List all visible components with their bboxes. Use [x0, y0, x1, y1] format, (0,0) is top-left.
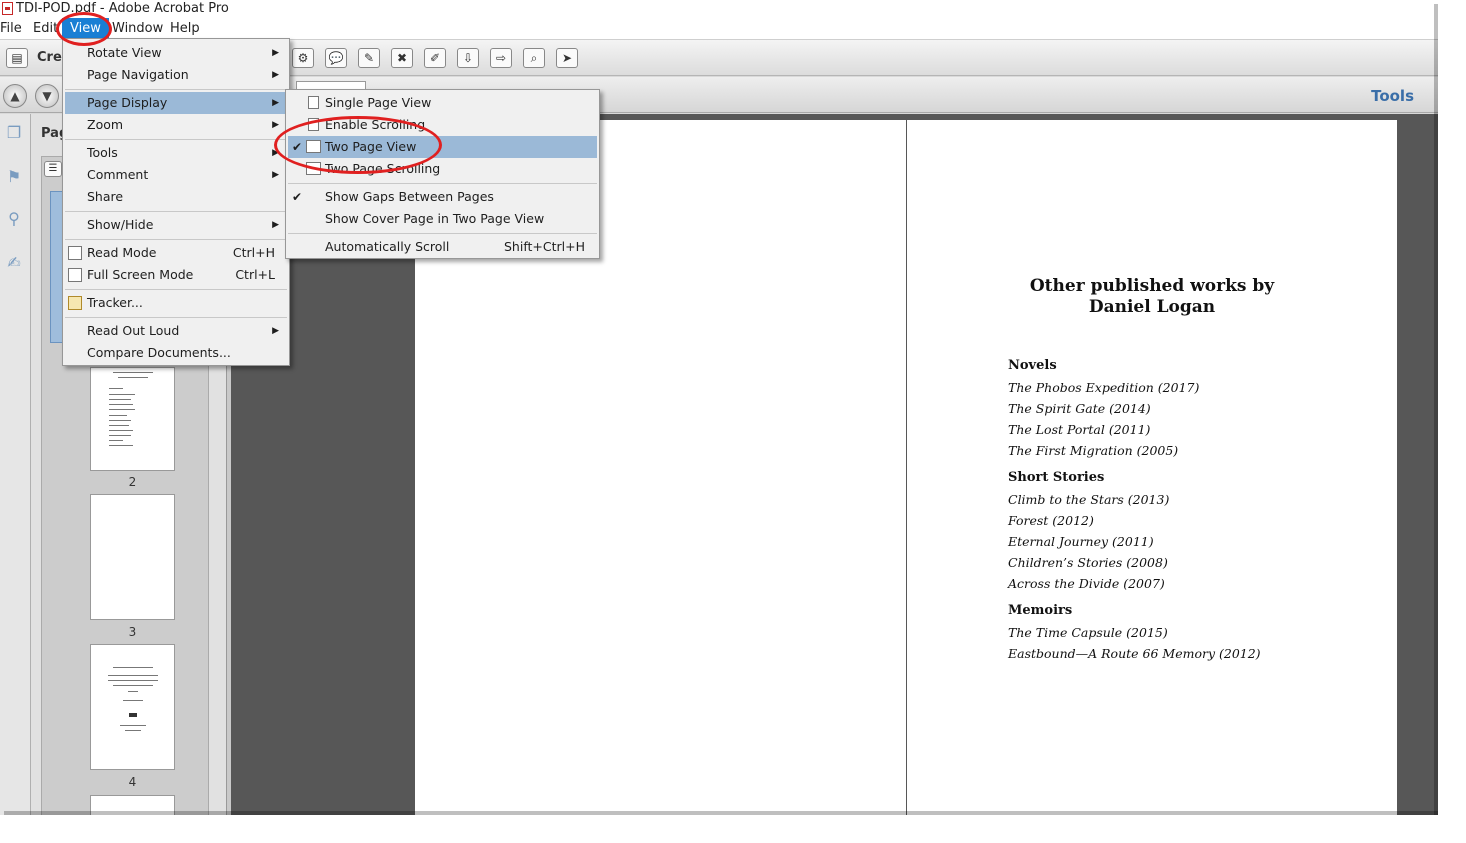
single-page-icon	[308, 96, 319, 109]
select-tool-icon[interactable]: ➤	[556, 48, 578, 68]
scrolling-icon	[308, 118, 319, 131]
work-title: Eastbound—A Route 66 Memory (2012)	[1008, 646, 1261, 661]
signature-icon[interactable]: ✍	[4, 252, 24, 274]
menu-item-compare-documents[interactable]: Compare Documents...	[65, 342, 287, 364]
acrobat-window: TDI-POD.pdf - Adobe Acrobat Pro File Edi…	[0, 0, 1438, 815]
settings-gear-icon[interactable]: ⚙	[292, 48, 314, 68]
menu-help[interactable]: Help	[170, 18, 200, 40]
two-page-icon	[306, 140, 321, 153]
next-page-icon[interactable]: ▼	[35, 84, 59, 108]
full-screen-icon	[68, 268, 82, 282]
tools-pane-button[interactable]: Tools	[1371, 87, 1414, 105]
checkmark-icon: ✔	[292, 140, 303, 154]
tracker-icon	[68, 296, 82, 310]
thumbnail-page-3[interactable]	[90, 494, 175, 620]
thumbnail-page-2[interactable]	[90, 367, 175, 471]
read-mode-icon	[68, 246, 82, 260]
menu-item-show-cover-page[interactable]: Show Cover Page in Two Page View	[288, 208, 597, 230]
section-heading-novels: Novels	[1008, 358, 1057, 373]
left-navigation-rail: ❐ ⚑ ⚲ ✍	[0, 114, 31, 815]
menu-item-single-page-view[interactable]: Single Page View	[288, 92, 597, 114]
work-title: The Phobos Expedition (2017)	[1008, 380, 1200, 395]
menu-item-page-navigation[interactable]: Page Navigation ▶	[65, 64, 287, 86]
document-heading: Other published works by Daniel Logan	[907, 276, 1397, 318]
menu-item-read-out-loud[interactable]: Read Out Loud ▶	[65, 320, 287, 342]
menu-item-show-hide[interactable]: Show/Hide ▶	[65, 214, 287, 236]
document-page-right: Other published works by Daniel Logan No…	[907, 120, 1397, 815]
attachment-icon[interactable]: ⚲	[4, 208, 24, 230]
menu-item-zoom[interactable]: Zoom ▶	[65, 114, 287, 136]
menu-item-show-gaps-between-pages[interactable]: ✔ Show Gaps Between Pages	[288, 186, 597, 208]
insert-page-icon[interactable]: ⇨	[490, 48, 512, 68]
menu-item-two-page-scrolling[interactable]: Two Page Scrolling	[288, 158, 597, 180]
work-title: Climb to the Stars (2013)	[1008, 492, 1170, 507]
work-title: Eternal Journey (2011)	[1008, 534, 1154, 549]
comment-bubble-icon[interactable]: 💬	[325, 48, 347, 68]
heading-line-1: Other published works by	[1029, 276, 1275, 296]
menu-file[interactable]: File	[0, 18, 22, 40]
search-page-icon[interactable]: ⌕	[523, 48, 545, 68]
torn-edge	[1438, 0, 1466, 843]
section-heading-short-stories: Short Stories	[1008, 470, 1105, 485]
menu-item-two-page-view[interactable]: ✔ Two Page View	[288, 136, 597, 158]
title-bar: TDI-POD.pdf - Adobe Acrobat Pro	[0, 0, 1438, 18]
menu-item-tracker[interactable]: Tracker...	[65, 292, 287, 314]
checkmark-icon: ✔	[292, 190, 303, 204]
work-title: Children’s Stories (2008)	[1008, 555, 1168, 570]
menu-item-page-display[interactable]: Page Display ▶	[65, 92, 287, 114]
window-title: TDI-POD.pdf - Adobe Acrobat Pro	[16, 1, 229, 16]
delete-page-icon[interactable]: ✖	[391, 48, 413, 68]
create-pdf-icon[interactable]: ▤	[6, 48, 28, 68]
menu-item-tools[interactable]: Tools ▶	[65, 142, 287, 164]
sticky-note-icon[interactable]: ✎	[358, 48, 380, 68]
thumbnail-number: 4	[128, 775, 137, 789]
menu-bar: File Edit View Window Help	[0, 18, 1438, 40]
work-title: Across the Divide (2007)	[1008, 576, 1165, 591]
thumbnail-page-4[interactable]	[90, 644, 175, 770]
page-display-submenu: Single Page View Enable Scrolling ✔ Two …	[285, 89, 600, 259]
pages-panel-icon[interactable]: ❐	[4, 122, 24, 144]
work-title: The Spirit Gate (2014)	[1008, 401, 1151, 416]
section-heading-memoirs: Memoirs	[1008, 603, 1073, 618]
menu-item-rotate-view[interactable]: Rotate View ▶	[65, 42, 287, 64]
two-page-scrolling-icon	[306, 162, 321, 175]
menu-item-automatically-scroll[interactable]: Automatically Scroll Shift+Ctrl+H	[288, 236, 597, 258]
thumbnail-options-icon[interactable]: ☰	[44, 161, 62, 177]
view-menu: Rotate View ▶ Page Navigation ▶ Page Displ…	[62, 38, 290, 366]
previous-page-icon[interactable]: ▲	[3, 84, 27, 108]
menu-edit[interactable]: Edit	[33, 18, 58, 40]
menu-view[interactable]: View	[62, 18, 109, 40]
thumbnail-number: 2	[128, 475, 137, 489]
menu-item-comment[interactable]: Comment ▶	[65, 164, 287, 186]
work-title: The Lost Portal (2011)	[1008, 422, 1151, 437]
torn-edge	[0, 815, 1466, 843]
edit-page-icon[interactable]: ✐	[424, 48, 446, 68]
thumbnail-number: 3	[128, 625, 137, 639]
work-title: The First Migration (2005)	[1008, 443, 1179, 458]
pdf-app-icon	[2, 2, 13, 15]
export-page-icon[interactable]: ⇩	[457, 48, 479, 68]
menu-item-share[interactable]: Share	[65, 186, 287, 208]
menu-window[interactable]: Window	[112, 18, 163, 40]
work-title: The Time Capsule (2015)	[1008, 625, 1168, 640]
work-title: Forest (2012)	[1008, 513, 1094, 528]
page-number-field[interactable]	[296, 81, 366, 89]
menu-item-read-mode[interactable]: Read Mode Ctrl+H	[65, 242, 287, 264]
bookmark-icon[interactable]: ⚑	[4, 166, 24, 188]
menu-item-enable-scrolling[interactable]: Enable Scrolling	[288, 114, 597, 136]
heading-line-2: Daniel Logan	[1088, 297, 1216, 317]
menu-item-full-screen-mode[interactable]: Full Screen Mode Ctrl+L	[65, 264, 287, 286]
